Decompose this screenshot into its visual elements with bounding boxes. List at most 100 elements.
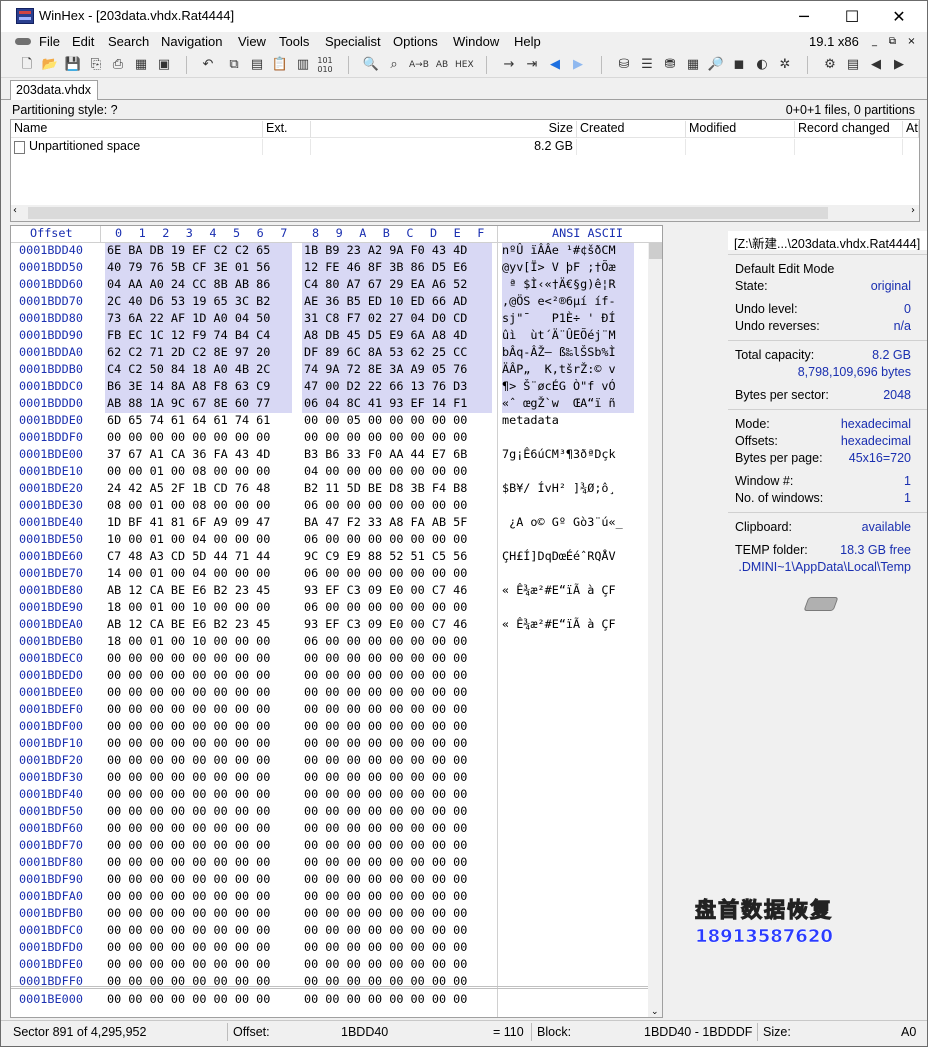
row-ascii[interactable]	[502, 702, 634, 719]
row-ascii[interactable]	[502, 855, 634, 872]
paste-icon[interactable]: ▤	[248, 56, 266, 74]
row-bytes-high[interactable]: 00 00 00 00 00 00 00 00	[302, 906, 492, 923]
row-ascii[interactable]	[502, 923, 634, 940]
new-file-icon[interactable]: 🗋	[18, 56, 36, 74]
row-bytes-high[interactable]: 06 00 00 00 00 00 00 00	[302, 498, 492, 515]
lens-icon[interactable]: 🔎	[707, 56, 725, 74]
menu-tools[interactable]: Tools	[279, 34, 309, 49]
row-bytes-low[interactable]: 00 00 00 00 00 00 00 00	[105, 719, 292, 736]
row-bytes-low[interactable]: AB 88 1A 9C 67 8E 60 77	[105, 396, 292, 413]
ram-icon[interactable]: ▦	[684, 56, 702, 74]
row-bytes-low[interactable]: 00 00 00 00 00 00 00 00	[105, 855, 292, 872]
row-ascii[interactable]: « Ê¾æ²#E“ïÃ à ÇF	[502, 583, 634, 600]
row-bytes-low[interactable]: AB 12 CA BE E6 B2 23 45	[105, 583, 292, 600]
hex-row[interactable]: 0001BE000 00 00 00 00 00 00 00 00 00 00 …	[11, 992, 662, 1009]
hex-row[interactable]: 0001BDFB0 00 00 00 00 00 00 00 00 00 00 00…	[11, 906, 662, 923]
row-bytes-low[interactable]: 00 00 00 00 00 00 00 00	[105, 821, 292, 838]
system-menu-icon[interactable]	[15, 35, 31, 47]
row-bytes-low[interactable]: C7 48 A3 CD 5D 44 71 44	[105, 549, 292, 566]
row-bytes-high[interactable]: 04 00 00 00 00 00 00 00	[302, 464, 492, 481]
row-bytes-low[interactable]: 08 00 01 00 08 00 00 00	[105, 498, 292, 515]
replace-text-icon[interactable]: A→B	[409, 56, 429, 74]
row-ascii[interactable]	[502, 566, 634, 583]
row-ascii[interactable]: ,@ÖS e<²®6µí íf-	[502, 294, 634, 311]
menu-help[interactable]: Help	[514, 34, 541, 49]
row-bytes-high[interactable]: BA 47 F2 33 A8 FA AB 5F	[302, 515, 492, 532]
goto-offset-icon[interactable]: →	[500, 56, 518, 74]
row-bytes-low[interactable]: C4 C2 50 84 18 A0 4B 2C	[105, 362, 292, 379]
row-bytes-high[interactable]: 31 C8 F7 02 27 04 D0 CD	[302, 311, 492, 328]
row-ascii[interactable]: metadata	[502, 413, 634, 430]
row-bytes-high[interactable]: 9C C9 E9 88 52 51 C5 56	[302, 549, 492, 566]
hex-row[interactable]: 0001BDE70 14 00 01 00 04 00 00 00 06 00 00…	[11, 566, 662, 583]
row-bytes-high[interactable]: 00 00 00 00 00 00 00 00	[302, 430, 492, 447]
row-bytes-high[interactable]: AE 36 B5 ED 10 ED 66 AD	[302, 294, 492, 311]
hex-row[interactable]: 0001BDE60 C7 48 A3 CD 5D 44 71 44 9C C9 E9…	[11, 549, 662, 566]
clone-disk-icon[interactable]: ⛃	[661, 56, 679, 74]
row-ascii[interactable]	[502, 992, 634, 1009]
hex-row[interactable]: 0001BDF90 00 00 00 00 00 00 00 00 00 00 00…	[11, 872, 662, 889]
row-bytes-high[interactable]: 00 00 00 00 00 00 00 00	[302, 770, 492, 787]
menu-search[interactable]: Search	[108, 34, 149, 49]
row-ascii[interactable]: ¿A o© Gº Gò3¨ú«_	[502, 515, 634, 532]
winhex-app-icon[interactable]	[16, 8, 34, 24]
directory-browser[interactable]: Name Ext. Size Created Modified Record c…	[10, 119, 920, 222]
row-bytes-low[interactable]: 10 00 01 00 04 00 00 00	[105, 532, 292, 549]
row-bytes-low[interactable]: 00 00 00 00 00 00 00 00	[105, 685, 292, 702]
row-bytes-low[interactable]: 6E BA DB 19 EF C2 C2 65	[105, 243, 292, 260]
row-bytes-high[interactable]: 00 00 00 00 00 00 00 00	[302, 668, 492, 685]
row-bytes-low[interactable]: 24 42 A5 2F 1B CD 76 48	[105, 481, 292, 498]
mdi-close-button[interactable]: ×	[904, 35, 919, 49]
row-bytes-low[interactable]: 00 00 00 00 00 00 00 00	[105, 430, 292, 447]
hex-vertical-scrollbar[interactable]: ⌄	[648, 243, 662, 1017]
hex-row[interactable]: 0001BDDC0 B6 3E 14 8A A8 F8 63 C9 47 00 D2…	[11, 379, 662, 396]
row-bytes-high[interactable]: 00 00 00 00 00 00 00 00	[302, 957, 492, 974]
row-ascii[interactable]	[502, 787, 634, 804]
table-icon[interactable]: ▤	[844, 56, 862, 74]
row-ascii[interactable]	[502, 906, 634, 923]
row-ascii[interactable]: bÂq-ÂŽ— ß‰lŠSb%Ì	[502, 345, 634, 362]
row-bytes-high[interactable]: 00 00 00 00 00 00 00 00	[302, 753, 492, 770]
row-bytes-low[interactable]: 37 67 A1 CA 36 FA 43 4D	[105, 447, 292, 464]
hex-row[interactable]: 0001BDF80 00 00 00 00 00 00 00 00 00 00 00…	[11, 855, 662, 872]
row-ascii[interactable]	[502, 821, 634, 838]
row-bytes-high[interactable]: 00 00 00 00 00 00 00 00	[302, 651, 492, 668]
hex-row[interactable]: 0001BDD60 04 AA A0 24 CC 8B AB 86 C4 80 A7…	[11, 277, 662, 294]
row-ascii[interactable]: ÇH£Í]DqDœÉéˆRQÅV	[502, 549, 634, 566]
hex-row[interactable]: 0001BDEE0 00 00 00 00 00 00 00 00 00 00 00…	[11, 685, 662, 702]
settings-icon[interactable]: ✲	[776, 56, 794, 74]
hex-row[interactable]: 0001BDE50 10 00 01 00 04 00 00 00 06 00 00…	[11, 532, 662, 549]
hex-row[interactable]: 0001BDF60 00 00 00 00 00 00 00 00 00 00 00…	[11, 821, 662, 838]
copy-icon[interactable]: ⧉	[225, 56, 243, 74]
row-bytes-low[interactable]: 73 6A 22 AF 1D A0 04 50	[105, 311, 292, 328]
row-bytes-high[interactable]: 06 04 8C 41 93 EF 14 F1	[302, 396, 492, 413]
undo-icon[interactable]: ↶	[199, 56, 217, 74]
row-bytes-high[interactable]: 47 00 D2 22 66 13 76 D3	[302, 379, 492, 396]
row-bytes-low[interactable]: AB 12 CA BE E6 B2 23 45	[105, 617, 292, 634]
row-bytes-high[interactable]: 00 00 00 00 00 00 00 00	[302, 940, 492, 957]
row-bytes-high[interactable]: A8 DB 45 D5 E9 6A A8 4D	[302, 328, 492, 345]
save-icon[interactable]: 💾	[64, 56, 82, 74]
row-ascii[interactable]: @yv[Ï> V þF ;†Õæ	[502, 260, 634, 277]
hex-row[interactable]: 0001BDFC0 00 00 00 00 00 00 00 00 00 00 00…	[11, 923, 662, 940]
row-ascii[interactable]: nºÛ ïÂÂe ¹#¢šðCM	[502, 243, 634, 260]
hex-row[interactable]: 0001BDEA0 AB 12 CA BE E6 B2 23 45 93 EF C3…	[11, 617, 662, 634]
minimize-button[interactable]: ─	[781, 1, 827, 32]
row-bytes-high[interactable]: 06 00 00 00 00 00 00 00	[302, 634, 492, 651]
hex-row[interactable]: 0001BDE90 18 00 01 00 10 00 00 00 06 00 00…	[11, 600, 662, 617]
menu-options[interactable]: Options	[393, 34, 438, 49]
row-bytes-high[interactable]: DF 89 6C 8A 53 62 25 CC	[302, 345, 492, 362]
hex-row[interactable]: 0001BDEF0 00 00 00 00 00 00 00 00 00 00 00…	[11, 702, 662, 719]
title-bar[interactable]: WinHex - [203data.vhdx.Rat4444] ─ ☐ ✕	[1, 1, 927, 32]
hex-row[interactable]: 0001BDD40 6E BA DB 19 EF C2 C2 65 1B B9 23…	[11, 243, 662, 260]
row-bytes-low[interactable]: 00 00 00 00 00 00 00 00	[105, 787, 292, 804]
hex-row[interactable]: 0001BDDF0 00 00 00 00 00 00 00 00 00 00 00…	[11, 430, 662, 447]
menu-window[interactable]: Window	[453, 34, 499, 49]
row-ascii[interactable]	[502, 430, 634, 447]
row-ascii[interactable]: ûì ùt´Ä¨ÛEÕéj¨M	[502, 328, 634, 345]
replace-hex-icon[interactable]: AB	[433, 56, 451, 74]
row-bytes-high[interactable]: 00 00 00 00 00 00 00 00	[302, 804, 492, 821]
prev-icon[interactable]: ◀	[867, 56, 885, 74]
row-bytes-low[interactable]: 00 00 00 00 00 00 00 00	[105, 957, 292, 974]
hex-row[interactable]: 0001BDF00 00 00 00 00 00 00 00 00 00 00 00…	[11, 719, 662, 736]
